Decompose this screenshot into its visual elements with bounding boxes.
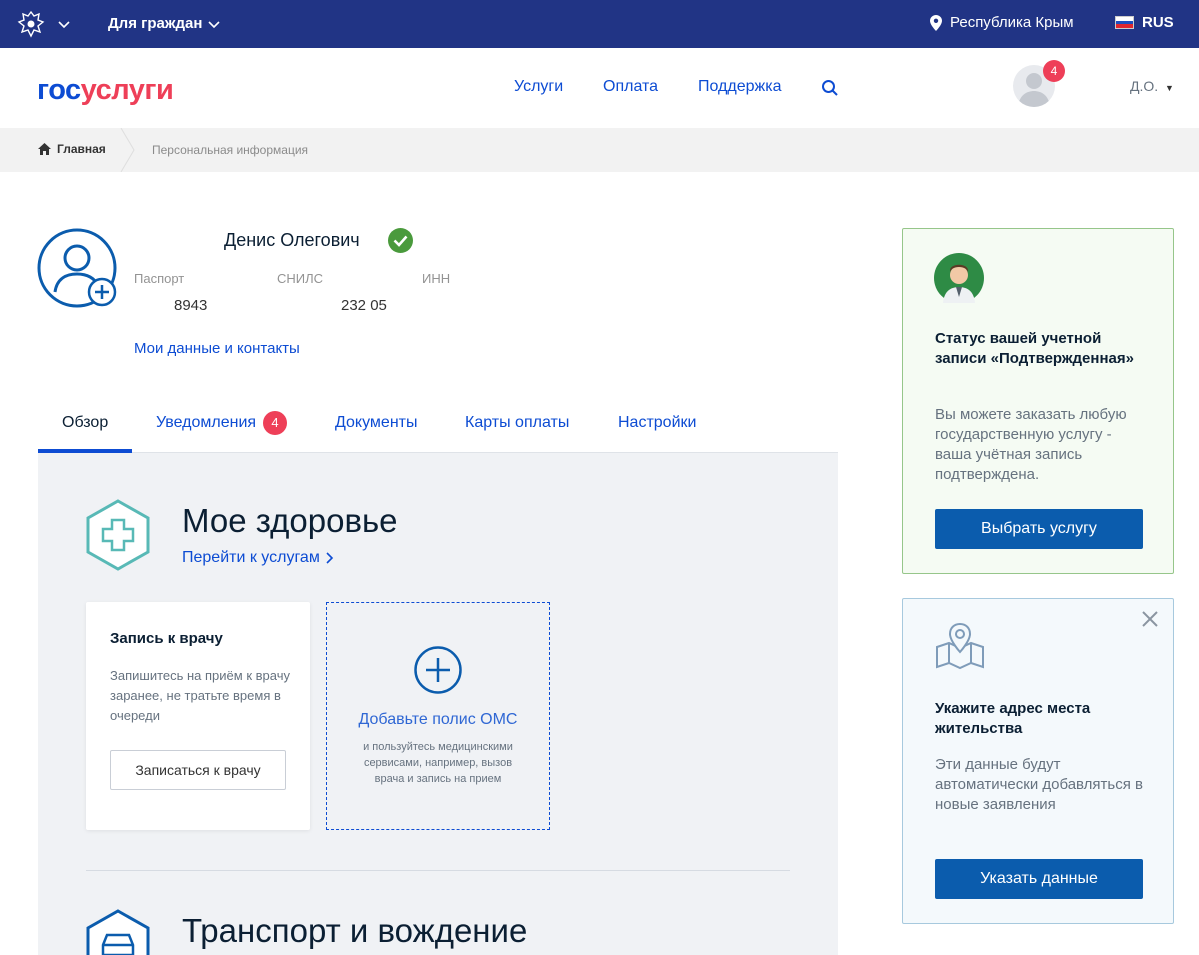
chevron-down-icon[interactable]: [57, 17, 71, 31]
top-bar: Для граждан Республика Крым RUS: [0, 0, 1199, 48]
notifications-tab-badge: 4: [263, 411, 287, 435]
health-section-title: Мое здоровье: [182, 502, 398, 539]
main-header: госуслуги Услуги Оплата Поддержка 4 Д.О.…: [0, 48, 1199, 128]
language-selector[interactable]: RUS: [1115, 14, 1174, 31]
nav-payment[interactable]: Оплата: [603, 78, 658, 96]
passport-label: Паспорт: [134, 271, 185, 286]
tab-overview[interactable]: Обзор: [62, 414, 108, 432]
coat-of-arms-icon[interactable]: [16, 9, 46, 39]
address-reminder-card: Укажите адрес места жительства Эти данны…: [902, 598, 1174, 924]
oms-text: и пользуйтесь медицинскими сервисами, на…: [363, 741, 513, 785]
card-text: Запишитесь на приём к врачу заранее, не …: [110, 668, 290, 723]
status-text: Вы можете заказать любую государственную…: [935, 406, 1127, 483]
map-location-icon: [936, 622, 984, 670]
caret-down-icon: ▼: [1165, 83, 1174, 93]
tab-settings[interactable]: Настройки: [618, 414, 696, 432]
snils-label: СНИЛС: [277, 271, 324, 286]
choose-service-button[interactable]: Выбрать услугу: [935, 509, 1143, 549]
close-icon[interactable]: [1140, 609, 1160, 629]
gosuslugi-logo[interactable]: госуслуги: [37, 74, 174, 107]
breadcrumb-home[interactable]: Главная: [38, 142, 106, 156]
account-status-card: Статус вашей учетной записи «Подтвержден…: [902, 228, 1174, 574]
chevron-right-icon: [326, 552, 333, 564]
region-label: Республика Крым: [950, 14, 1074, 31]
notifications-badge[interactable]: 4: [1043, 60, 1065, 82]
transport-section-title: Транспорт и вождение: [182, 912, 528, 949]
breadcrumb-current: Персональная информация: [152, 143, 309, 157]
book-doctor-button[interactable]: Записаться к врачу: [110, 750, 286, 790]
user-initials: Д.О.: [1130, 78, 1159, 94]
snils-value: 232 05: [341, 297, 387, 314]
doctor-appointment-card: Запись к врачу Запишитесь на приём к вра…: [86, 602, 310, 830]
breadcrumb-separator: [120, 128, 135, 172]
add-circle-icon: [414, 646, 462, 694]
add-oms-policy-card[interactable]: Добавьте полис ОМС и пользуйтесь медицин…: [326, 602, 550, 830]
profile-tabs: Обзор Уведомления 4 Документы Карты опла…: [38, 400, 838, 453]
health-services-link[interactable]: Перейти к услугам: [182, 549, 334, 567]
location-pin-icon: [930, 14, 942, 31]
chevron-down-icon[interactable]: [207, 17, 221, 31]
inn-label: ИНН: [422, 271, 451, 286]
home-icon: [38, 143, 51, 155]
section-divider: [86, 870, 790, 871]
tab-payment-cards[interactable]: Карты оплаты: [465, 414, 569, 432]
nav-support[interactable]: Поддержка: [698, 78, 781, 96]
consultant-avatar-icon: [934, 253, 984, 303]
status-title: Статус вашей учетной записи «Подтвержден…: [935, 330, 1134, 367]
nav-services[interactable]: Услуги: [514, 78, 563, 96]
tab-documents[interactable]: Документы: [335, 414, 417, 432]
language-label: RUS: [1142, 14, 1174, 31]
add-photo-avatar-icon[interactable]: [37, 228, 119, 310]
passport-value: 8943: [174, 297, 208, 314]
oms-title: Добавьте полис ОМС: [358, 711, 518, 728]
address-title: Укажите адрес места жительства: [935, 700, 1091, 737]
card-title: Запись к врачу: [110, 630, 223, 647]
enter-address-button[interactable]: Указать данные: [935, 859, 1143, 899]
health-cross-icon: [86, 499, 150, 571]
user-menu[interactable]: Д.О. ▼: [1130, 78, 1174, 94]
russian-flag-icon: [1115, 16, 1134, 29]
tab-notifications[interactable]: Уведомления: [156, 414, 256, 432]
my-data-link[interactable]: Мои данные и контакты: [134, 340, 300, 357]
verified-check-icon: [388, 228, 413, 253]
region-selector[interactable]: Республика Крым: [930, 14, 1074, 31]
car-icon: [86, 909, 150, 955]
citizens-menu[interactable]: Для граждан: [108, 15, 202, 32]
overview-panel: Мое здоровье Перейти к услугам Запись к …: [38, 453, 838, 955]
address-text: Эти данные будут автоматически добавлять…: [935, 756, 1143, 813]
profile-name: Денис Олегович: [224, 230, 360, 250]
breadcrumb: Главная Персональная информация: [0, 128, 1199, 172]
search-icon[interactable]: [821, 79, 839, 97]
